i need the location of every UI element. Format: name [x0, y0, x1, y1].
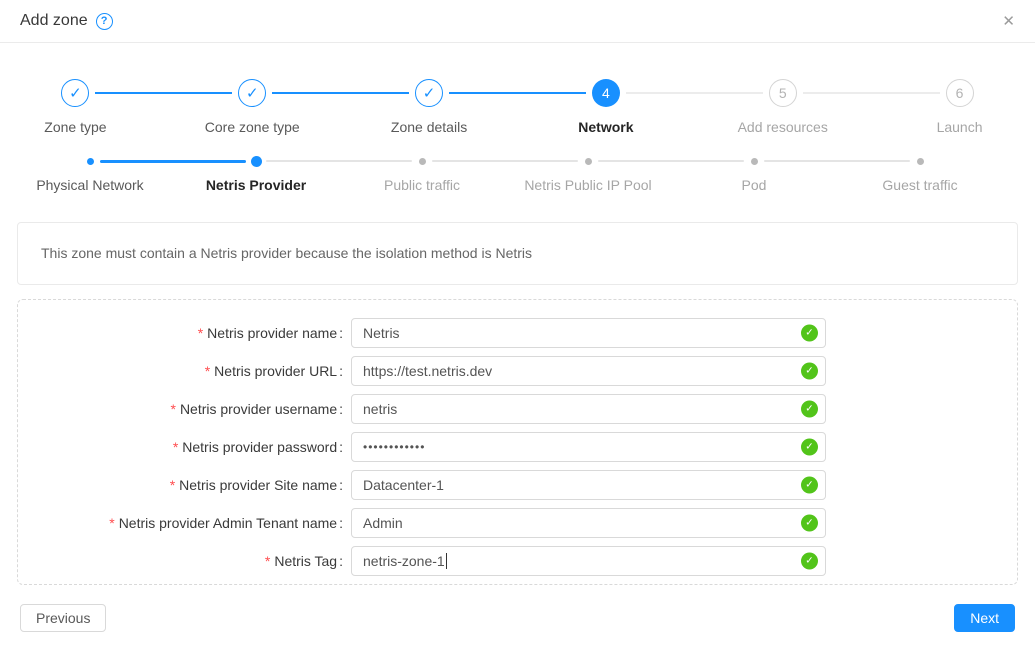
valid-check-icon: ✓	[801, 325, 818, 342]
step-connector	[803, 92, 940, 94]
step-number-badge: 6	[946, 79, 974, 107]
substep-label: Physical Network	[36, 177, 143, 193]
input-value: Netris	[363, 325, 400, 341]
previous-button[interactable]: Previous	[20, 604, 106, 632]
netris-provider-username-input[interactable]: netris ✓	[351, 394, 826, 424]
step-dot-icon	[917, 158, 924, 165]
form-row: Netris Tag netris-zone-1 ✓	[18, 546, 1017, 576]
netris-provider-form: Netris provider name Netris ✓ Netris pro…	[17, 299, 1018, 585]
input-value: Datacenter-1	[363, 477, 444, 493]
step-zone-type: ✓ Zone type	[0, 79, 164, 135]
wizard-stepper: ✓ Zone type ✓ Core zone type ✓ Zone deta…	[0, 79, 1035, 135]
substep-connector	[598, 160, 744, 162]
check-circle-icon: ✓	[238, 79, 266, 107]
check-circle-icon: ✓	[415, 79, 443, 107]
wizard-footer: Previous Next	[20, 604, 1015, 632]
netris-provider-admin-tenant-name-input[interactable]: Admin ✓	[351, 508, 826, 538]
step-dot-icon	[251, 156, 262, 167]
step-core-zone-type: ✓ Core zone type	[164, 79, 341, 135]
step-label: Core zone type	[205, 119, 300, 135]
form-row: Netris provider URL https://test.netris.…	[18, 356, 1017, 386]
step-label: Network	[578, 119, 633, 135]
valid-check-icon: ✓	[801, 439, 818, 456]
substep-label: Guest traffic	[882, 177, 957, 193]
field-label: Netris provider Admin Tenant name	[18, 515, 351, 531]
masked-password-value: ••••••••••••	[363, 440, 425, 454]
substep-label: Public traffic	[384, 177, 460, 193]
valid-check-icon: ✓	[801, 553, 818, 570]
netris-provider-url-input[interactable]: https://test.netris.dev ✓	[351, 356, 826, 386]
close-icon[interactable]: ✕	[1002, 14, 1015, 29]
step-dot-icon	[419, 158, 426, 165]
step-dot-icon	[751, 158, 758, 165]
field-label: Netris provider name	[18, 325, 351, 341]
page-title: Add zone	[20, 12, 88, 30]
substep-connector	[432, 160, 578, 162]
step-label: Launch	[937, 119, 983, 135]
step-label: Zone type	[44, 119, 106, 135]
field-label: Netris provider password	[18, 439, 351, 455]
step-connector	[626, 92, 763, 94]
netris-tag-input[interactable]: netris-zone-1 ✓	[351, 546, 826, 576]
step-connector	[272, 92, 409, 94]
field-label: Netris provider username	[18, 401, 351, 417]
next-button[interactable]: Next	[954, 604, 1015, 632]
step-label: Add resources	[738, 119, 828, 135]
substep-label: Netris Provider	[206, 177, 306, 193]
isolation-method-notice: This zone must contain a Netris provider…	[17, 222, 1018, 285]
step-launch: 6 Launch	[871, 79, 1035, 135]
input-value: https://test.netris.dev	[363, 363, 492, 379]
valid-check-icon: ✓	[801, 515, 818, 532]
form-row: Netris provider username netris ✓	[18, 394, 1017, 424]
form-row: Netris provider name Netris ✓	[18, 318, 1017, 348]
text-cursor	[446, 553, 447, 569]
substep-connector	[266, 160, 412, 162]
step-label: Zone details	[391, 119, 467, 135]
valid-check-icon: ✓	[801, 477, 818, 494]
substep-label: Pod	[742, 177, 767, 193]
step-number-badge: 5	[769, 79, 797, 107]
netris-provider-name-input[interactable]: Netris ✓	[351, 318, 826, 348]
step-connector	[95, 92, 232, 94]
substep-label: Netris Public IP Pool	[524, 177, 651, 193]
substep-connector	[764, 160, 910, 162]
step-dot-icon	[87, 158, 94, 165]
input-value: Admin	[363, 515, 403, 531]
check-circle-icon: ✓	[61, 79, 89, 107]
field-label: Netris provider Site name	[18, 477, 351, 493]
step-add-resources: 5 Add resources	[694, 79, 871, 135]
network-substepper: Physical Network Netris Provider Public …	[7, 155, 1003, 193]
field-label: Netris Tag	[18, 553, 351, 569]
netris-provider-site-name-input[interactable]: Datacenter-1 ✓	[351, 470, 826, 500]
step-zone-details: ✓ Zone details	[341, 79, 518, 135]
step-connector	[449, 92, 586, 94]
input-value: netris	[363, 401, 397, 417]
substep-guest-traffic: Guest traffic	[837, 155, 1003, 193]
field-label: Netris provider URL	[18, 363, 351, 379]
substep-connector	[100, 160, 246, 163]
form-row: Netris provider password •••••••••••• ✓	[18, 432, 1017, 462]
step-number-badge: 4	[592, 79, 620, 107]
help-icon[interactable]: ?	[96, 13, 113, 30]
form-row: Netris provider Admin Tenant name Admin …	[18, 508, 1017, 538]
valid-check-icon: ✓	[801, 363, 818, 380]
netris-provider-password-input[interactable]: •••••••••••• ✓	[351, 432, 826, 462]
step-dot-icon	[585, 158, 592, 165]
input-value: netris-zone-1	[363, 553, 445, 569]
valid-check-icon: ✓	[801, 401, 818, 418]
dialog-header: Add zone ? ✕	[0, 0, 1035, 43]
form-row: Netris provider Site name Datacenter-1 ✓	[18, 470, 1017, 500]
step-network: 4 Network	[517, 79, 694, 135]
